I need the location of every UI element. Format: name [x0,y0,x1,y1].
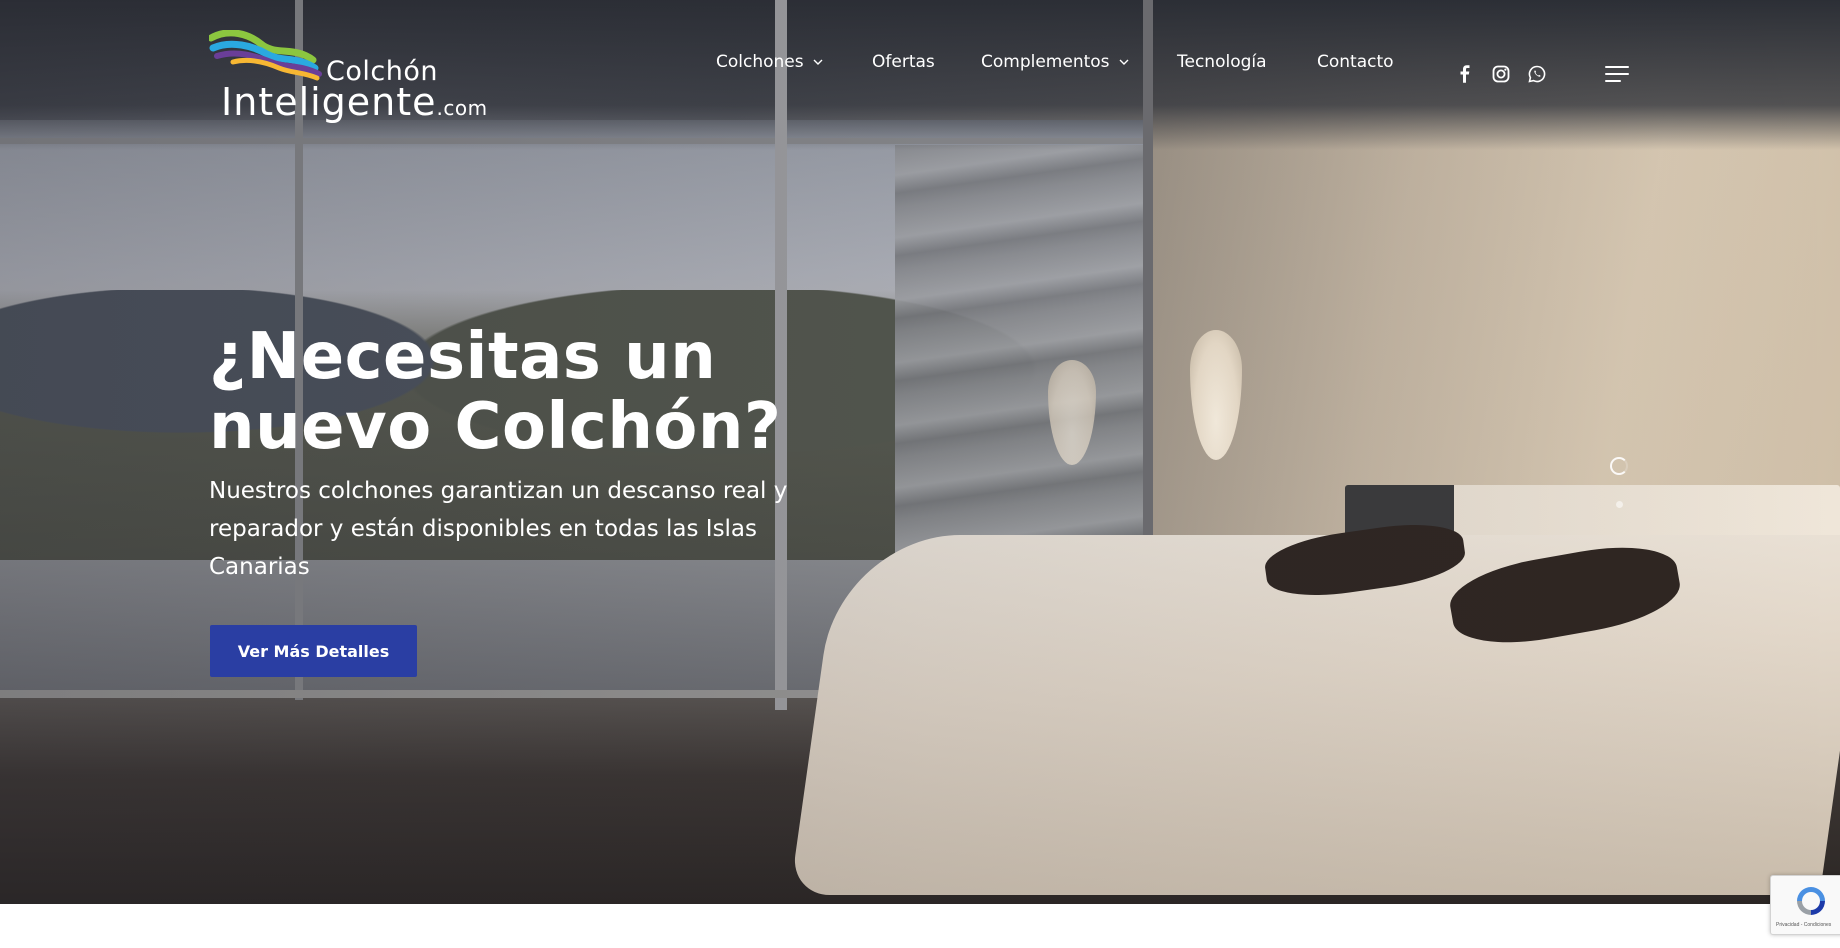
hero-title-line1: ¿Necesitas un [209,320,717,394]
slider-pagination-dot[interactable] [1616,501,1623,508]
nav-item-complementos[interactable]: Complementos [981,52,1130,72]
logo-text-inteligente: Inteligente.com [221,80,488,124]
chevron-down-icon [813,59,823,65]
social-links [1455,64,1547,84]
hero-subtitle: Nuestros colchones garantizan un descans… [209,478,788,580]
hero-title-line2: nuevo Colchón? [209,390,782,464]
recaptcha-badge[interactable]: Privacidad - Condiciones [1770,875,1840,935]
site-logo[interactable]: Colchón Inteligente.com [209,28,487,124]
whatsapp-icon[interactable] [1527,64,1547,84]
site-header: Colchón Inteligente.com Colchones Oferta… [0,0,1840,150]
logo-text-inteligente-word: Inteligente [221,80,437,124]
facebook-icon[interactable] [1455,64,1475,84]
instagram-icon[interactable] [1491,64,1511,84]
ver-mas-detalles-button[interactable]: Ver Más Detalles [210,625,417,677]
nav-item-label: Colchones [716,52,804,72]
nav-item-label: Ofertas [872,52,935,72]
hamburger-menu-icon[interactable] [1605,66,1629,84]
nav-item-tecnologia[interactable]: Tecnología [1177,52,1267,72]
nav-item-label: Contacto [1317,52,1394,72]
nav-item-label: Tecnología [1177,52,1267,72]
logo-swoosh-icon [209,30,322,81]
hero-title: ¿Necesitas un nuevo Colchón? [209,322,909,462]
nav-item-contacto[interactable]: Contacto [1317,52,1394,72]
nav-item-ofertas[interactable]: Ofertas [872,52,935,72]
slider-loading-icon [1610,457,1628,475]
nav-item-colchones[interactable]: Colchones [716,52,824,72]
nav-item-label: Complementos [981,52,1110,72]
logo-text-tld: .com [436,96,488,120]
recaptcha-icon [1797,887,1825,915]
chevron-down-icon [1119,59,1129,65]
recaptcha-privacy-text[interactable]: Privacidad - Condiciones [1776,922,1836,928]
